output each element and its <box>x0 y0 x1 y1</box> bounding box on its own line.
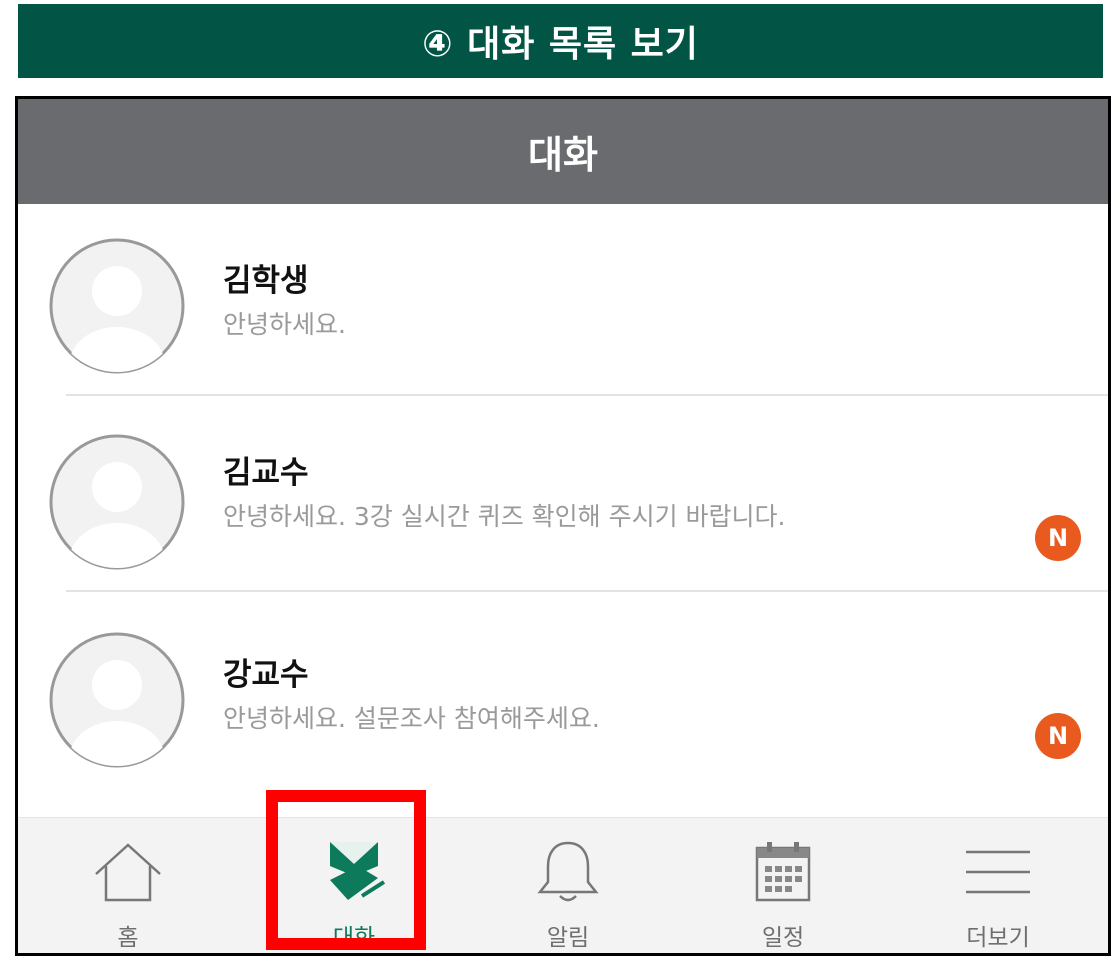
message-preview: 안녕하세요. <box>223 310 346 339</box>
menu-icon <box>966 850 1030 894</box>
calendar-icon <box>755 842 811 902</box>
home-icon <box>95 843 161 902</box>
tab-label: 더보기 <box>966 925 1030 951</box>
bottom-tab-bar: 홈 대화 알림 일정 더보기 <box>18 817 1108 953</box>
phone-screen: 대화 김학생 안녕하세요. 김교수 안녕하세요. 3강 실시간 퀴즈 확인해 주… <box>15 96 1111 956</box>
tab-notifications[interactable]: 알림 <box>468 818 668 953</box>
new-badge: N <box>1035 515 1081 561</box>
avatar-icon <box>49 238 185 374</box>
tab-home[interactable]: 홈 <box>28 818 228 953</box>
avatar-icon <box>49 434 185 570</box>
avatar-icon <box>49 632 185 768</box>
tab-more[interactable]: 더보기 <box>898 818 1098 953</box>
tab-label: 대화 <box>332 925 376 951</box>
app-header: 대화 <box>18 99 1108 204</box>
contact-name: 김교수 <box>223 455 309 491</box>
tab-chat[interactable]: 대화 <box>254 818 454 953</box>
tab-label: 홈 <box>117 925 139 951</box>
page-title: 대화 <box>528 133 598 177</box>
contact-name: 강교수 <box>223 657 309 693</box>
divider <box>66 394 1108 396</box>
tab-schedule[interactable]: 일정 <box>683 818 883 953</box>
new-badge: N <box>1035 713 1081 759</box>
message-preview: 안녕하세요. 설문조사 참여해주세요. <box>223 704 600 733</box>
tab-label: 일정 <box>761 925 805 951</box>
tab-label: 알림 <box>546 925 590 951</box>
conversation-item[interactable]: 강교수 안녕하세요. 설문조사 참여해주세요. N <box>18 631 1108 826</box>
conversation-item[interactable]: 김교수 안녕하세요. 3강 실시간 퀴즈 확인해 주시기 바랍니다. N <box>18 433 1108 628</box>
divider <box>66 590 1108 592</box>
chat-icon <box>330 842 386 900</box>
message-preview: 안녕하세요. 3강 실시간 퀴즈 확인해 주시기 바랍니다. <box>223 502 786 531</box>
bell-icon <box>537 841 599 902</box>
banner-title: ④ 대화 목록 보기 <box>422 24 699 65</box>
conversation-item[interactable]: 김학생 안녕하세요. <box>18 237 1108 432</box>
contact-name: 김학생 <box>223 263 309 299</box>
section-banner: ④ 대화 목록 보기 <box>18 4 1103 78</box>
